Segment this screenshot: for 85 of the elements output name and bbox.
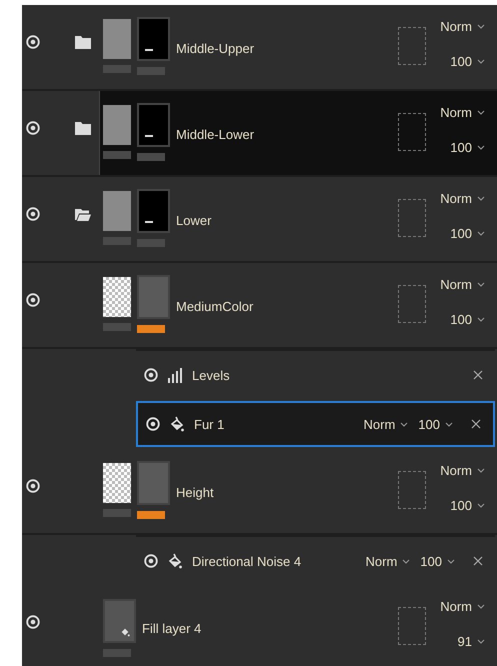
layer-name: Middle-Lower: [176, 127, 256, 142]
layer-row[interactable]: Middle-Lower Norm 100: [99, 91, 497, 175]
chevron-icon: [477, 59, 485, 64]
layer-thumbnail: [103, 105, 131, 145]
effect-name: Directional Noise 4: [192, 554, 302, 568]
blend-dropdown[interactable]: Norm: [438, 461, 487, 480]
effect-name: Levels: [192, 368, 231, 382]
close-icon[interactable]: [473, 556, 483, 566]
paint-bucket-icon: [170, 416, 184, 432]
chevron-icon: [477, 503, 485, 508]
opacity-dropdown[interactable]: 100: [420, 552, 455, 570]
close-icon[interactable]: [473, 370, 483, 380]
empty-slot: [398, 285, 426, 323]
eye-icon[interactable]: [26, 35, 40, 49]
effect-row[interactable]: Levels: [136, 349, 495, 399]
opacity-dropdown[interactable]: 100: [418, 414, 453, 434]
blend-dropdown[interactable]: Norm: [366, 552, 410, 570]
levels-icon: [168, 368, 182, 382]
eye-icon[interactable]: [26, 207, 40, 221]
thumbnail-bar: [103, 509, 131, 517]
blend-dropdown[interactable]: Norm: [438, 275, 487, 294]
layer-name: Middle-Upper: [176, 41, 256, 56]
layer-thumbnail: [103, 463, 131, 503]
blend-dropdown[interactable]: Norm: [438, 597, 487, 616]
close-icon[interactable]: [471, 419, 481, 429]
eye-icon[interactable]: [26, 615, 40, 629]
mask-thumbnail: [137, 189, 170, 233]
layer-thumbnail: [103, 19, 131, 59]
mask-thumbnail: [137, 275, 170, 319]
eye-icon[interactable]: [146, 417, 160, 431]
chevron-icon: [402, 558, 410, 564]
eye-icon[interactable]: [26, 121, 40, 135]
blend-dropdown[interactable]: Norm: [438, 189, 487, 208]
eye-icon[interactable]: [26, 479, 40, 493]
chevron-icon: [477, 317, 485, 322]
thumbnail-bar: [103, 323, 131, 331]
eye-icon[interactable]: [144, 368, 158, 382]
folder-icon[interactable]: [75, 122, 91, 135]
empty-slot: [398, 113, 426, 151]
chevron-icon: [477, 145, 485, 150]
opacity-dropdown[interactable]: 100: [448, 310, 487, 329]
empty-slot: [398, 199, 426, 237]
chevron-icon: [477, 110, 485, 115]
folder-icon[interactable]: [75, 36, 91, 49]
chevron-icon: [477, 604, 485, 609]
mask-thumbnail: [137, 103, 170, 147]
eye-icon[interactable]: [144, 554, 158, 568]
layer-thumbnail: [103, 277, 131, 317]
eye-icon[interactable]: [26, 293, 40, 307]
blend-dropdown[interactable]: Norm: [364, 414, 408, 434]
layer-name: Fill layer 4: [142, 621, 202, 636]
opacity-dropdown[interactable]: 100: [448, 496, 487, 515]
layer-thumbnail: [103, 191, 131, 231]
thumbnail-bar: [103, 649, 131, 657]
chevron-icon: [477, 282, 485, 287]
chevron-icon: [477, 639, 485, 644]
empty-slot: [398, 607, 426, 645]
layer-name: Lower: [176, 213, 212, 228]
opacity-dropdown[interactable]: 91: [456, 632, 487, 651]
fill-thumbnail: [103, 599, 136, 643]
empty-slot: [398, 471, 426, 509]
blend-dropdown[interactable]: Norm: [438, 17, 487, 36]
thumbnail-bar: [103, 237, 131, 245]
open-folder-icon[interactable]: [75, 208, 91, 221]
chevron-icon: [447, 558, 455, 564]
chevron-icon: [445, 422, 453, 426]
mask-thumbnail: [137, 17, 170, 61]
chevron-icon: [477, 24, 485, 29]
effect-name: Fur 1: [194, 416, 226, 432]
effect-row[interactable]: Fur 1 Norm 100: [136, 401, 495, 447]
layer-name: Height: [176, 485, 215, 500]
opacity-dropdown[interactable]: 100: [448, 224, 487, 243]
chevron-icon: [477, 231, 485, 236]
layer-name: MediumColor: [176, 299, 254, 314]
chevron-icon: [477, 468, 485, 473]
mask-thumbnail: [137, 461, 170, 505]
empty-slot: [398, 27, 426, 65]
opacity-dropdown[interactable]: 100: [448, 138, 487, 157]
chevron-icon: [477, 196, 485, 201]
chevron-icon: [400, 422, 408, 426]
paint-bucket-icon: [168, 553, 182, 569]
thumbnail-bar: [103, 65, 131, 73]
blend-dropdown[interactable]: Norm: [438, 103, 487, 122]
opacity-dropdown[interactable]: 100: [448, 52, 487, 71]
thumbnail-bar: [103, 151, 131, 159]
